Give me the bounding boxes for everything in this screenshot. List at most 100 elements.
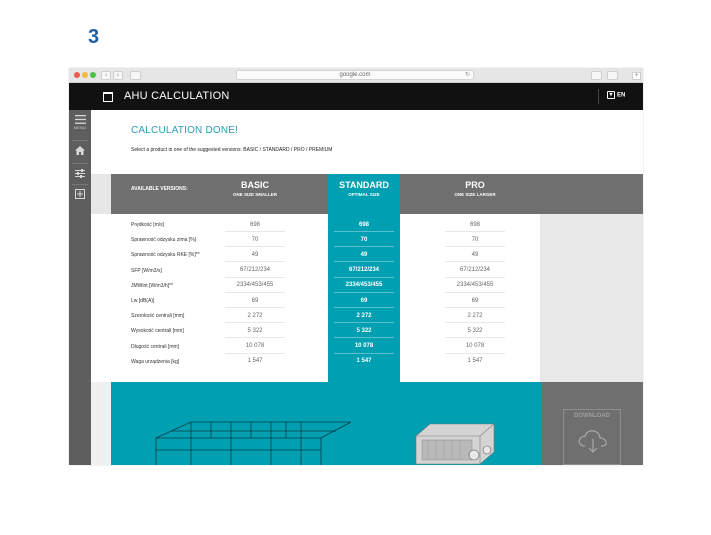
download-button[interactable]: DOWNLOAD [563,409,621,465]
row-divider [334,307,394,308]
download-panel: DOWNLOAD [541,382,643,465]
row-divider [445,322,505,324]
browser-window: ‹ › google.com ↻ + AHU CALCULATION ▾ EN M… [69,68,643,465]
menu-label: MENU [73,125,87,130]
cell-basic: 5 322 [247,327,263,334]
ahu-product-image [415,423,495,465]
row-divider [334,337,394,339]
sliders-icon [75,169,85,178]
row-label: Szerokość centrali [mm] [131,313,185,320]
logo-icon [103,92,113,102]
home-icon [75,146,85,155]
cell-basic: 10 078 [245,343,265,350]
cell-pro: 67/212/234 [459,267,491,274]
cell-standard: 2 272 [356,312,372,319]
sidebar: MENU [69,110,91,465]
version-subtitle: OPTIMAL SIZE [348,192,380,197]
row-divider [445,352,505,354]
maximize-window-icon[interactable] [90,72,96,78]
row-divider [225,352,285,354]
row-label: Sprawność odzysku RKE [%]** [131,252,200,259]
row-divider [225,322,285,324]
address-bar[interactable]: google.com ↻ [236,70,474,80]
cell-basic: 2 272 [247,312,263,319]
cell-standard: 1 547 [356,358,372,365]
cloud-download-icon [578,430,607,453]
cell-standard: 2334/453/455 [345,282,383,289]
app-header: AHU CALCULATION ▾ EN [69,83,643,110]
download-label: DOWNLOAD [574,413,610,419]
minimize-window-icon[interactable] [82,72,88,78]
cell-pro: 49 [471,251,479,258]
row-divider [445,231,505,232]
close-window-icon[interactable] [74,72,80,78]
cell-standard: 49 [360,251,368,258]
row-label: Długość centrali [mm] [131,343,180,350]
cell-pro: 69 [471,297,479,304]
cell-pro: 2334/453/455 [456,282,494,289]
version-subtitle: ONE SIZE LARGER [454,192,496,197]
row-divider [334,231,394,232]
new-tab-icon[interactable]: + [632,72,641,80]
row-divider [334,246,394,248]
cell-pro: 698 [469,221,480,228]
cell-standard: 10 078 [354,343,374,350]
cell-standard: 698 [358,221,369,228]
version-name: BASIC [240,180,269,190]
main-content: CALCULATION DONE! Select a product in on… [91,110,643,465]
cell-pro: 2 272 [467,312,483,319]
row-label: JMWint [W/m3/h]** [131,282,173,289]
available-versions-label: AVAILABLE VERSIONS: [131,186,188,192]
row-label: Prędkość [m/s] [131,222,165,228]
sidebar-toggle-icon[interactable] [130,71,141,80]
language-label: EN [617,92,626,99]
chevron-left-icon[interactable]: ‹ [101,71,111,80]
app-title: AHU CALCULATION [124,90,230,102]
cell-pro: 70 [471,236,479,243]
cell-basic: 49 [251,251,259,258]
header-divider [598,89,599,104]
row-label: Lw [dB(A)] [131,298,155,304]
menu-button[interactable]: MENU [69,115,91,130]
version-standard[interactable]: STANDARD OPTIMAL SIZE [334,180,394,197]
instruction-text: Select a product in one of the suggested… [131,147,333,153]
cell-standard: 5 322 [356,327,372,334]
cell-basic: 1 547 [247,358,263,365]
sidebar-divider [72,184,88,185]
chevron-right-icon[interactable]: › [113,71,123,80]
row-label: SFP [W/m3/s] [131,267,162,274]
cell-basic: 698 [249,221,260,228]
language-switcher[interactable]: ▾ EN [607,91,631,103]
add-box-icon [75,189,85,199]
tabs-icon[interactable] [607,71,618,80]
browser-toolbar: ‹ › google.com ↻ + [69,68,643,83]
ahu-wireframe-image [155,421,351,465]
cell-basic: 67/212/234 [239,267,271,274]
row-divider [225,231,285,232]
row-divider [334,322,394,324]
share-icon[interactable] [591,71,602,80]
sidebar-item-add[interactable] [69,189,91,199]
reload-icon[interactable]: ↻ [465,71,470,79]
row-divider [225,246,285,248]
version-basic[interactable]: BASIC ONE SIZE SMALLER [225,180,285,197]
version-pro[interactable]: PRO ONE SIZE LARGER [445,180,505,197]
cell-pro: 5 322 [467,327,483,334]
version-name: STANDARD [339,180,389,190]
row-divider [445,246,505,248]
cell-standard: 69 [360,297,368,304]
page-title: CALCULATION DONE! [131,125,239,136]
sidebar-item-home[interactable] [69,146,91,155]
cell-pro: 10 078 [465,343,485,350]
hamburger-icon [74,115,86,124]
cell-basic: 2334/453/455 [236,282,274,289]
sidebar-item-settings[interactable] [69,169,91,178]
row-label: Wysokość centrali [mm] [131,328,184,335]
row-divider [334,276,394,278]
sidebar-divider [72,163,88,164]
row-label: Waga urządzenia [kg] [131,358,180,365]
row-divider [225,291,285,293]
cell-standard: 67/212/234 [348,267,380,274]
row-label: Sprawność odzysku zima [%] [131,237,197,244]
cell-basic: 69 [251,297,259,304]
